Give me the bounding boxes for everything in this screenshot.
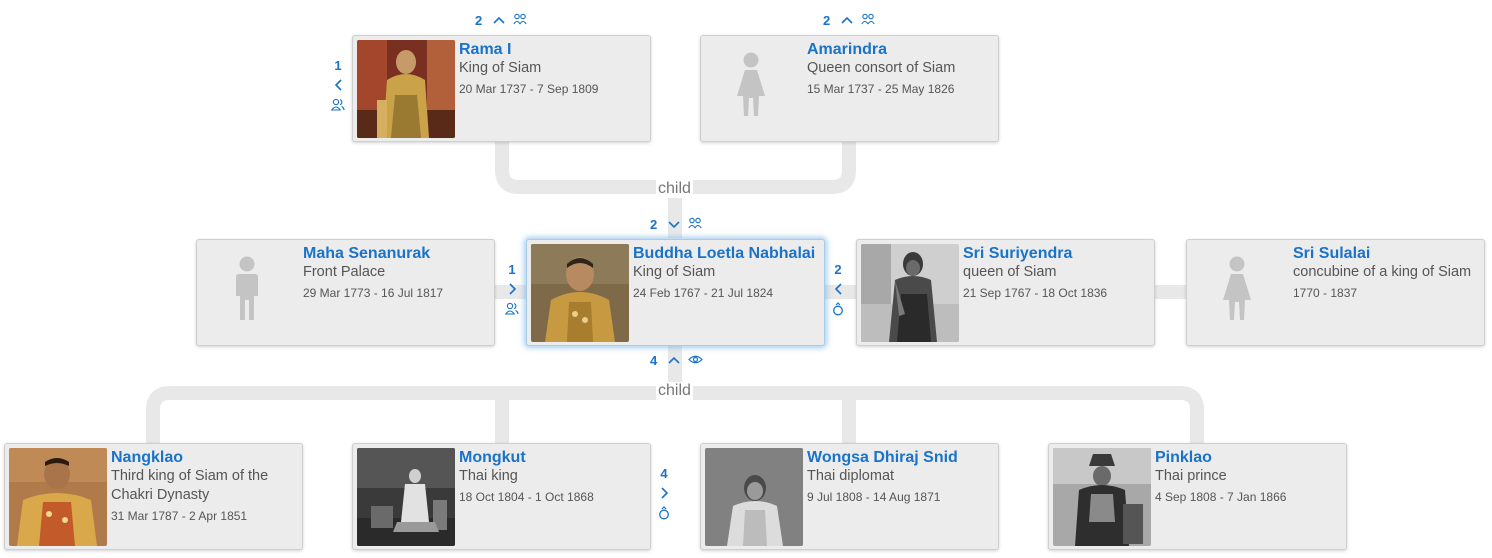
portrait-photo xyxy=(1053,448,1151,546)
person-description: Thai prince xyxy=(1155,468,1227,484)
person-dates: 4 Sep 1808 - 7 Jan 1866 xyxy=(1155,490,1287,504)
person-name[interactable]: Pinklao xyxy=(1155,448,1342,467)
person-dates: 31 Mar 1787 - 2 Apr 1851 xyxy=(111,509,248,523)
focus-spouse-left-control: 1 xyxy=(504,262,520,318)
chevron-right-icon[interactable] xyxy=(508,283,517,298)
children-connector xyxy=(146,386,1204,444)
person-info: Wongsa Dhiraj Snid Thai diplomat 9 Jul 1… xyxy=(807,448,994,505)
person-description: Third king of Siam of the Chakri Dynasty xyxy=(111,468,269,503)
person-description: concubine of a king of Siam xyxy=(1293,264,1472,280)
parents-icon[interactable] xyxy=(861,13,875,28)
person-dates: 1770 - 1837 xyxy=(1293,286,1358,300)
person-card-maha-senanurak[interactable]: Maha Senanurak Front Palace 29 Mar 1773 … xyxy=(196,239,495,346)
portrait-photo xyxy=(357,40,455,138)
relation-label-child: child xyxy=(656,382,693,400)
person-card-rama-i[interactable]: Rama I King of Siam 20 Mar 1737 - 7 Sep … xyxy=(352,35,651,142)
children-count[interactable]: 4 xyxy=(650,353,657,368)
relation-label-child: child xyxy=(656,180,693,198)
parents-count[interactable]: 2 xyxy=(823,13,830,28)
spouses-count[interactable]: 4 xyxy=(656,466,672,481)
person-name[interactable]: Sri Sulalai xyxy=(1293,244,1480,263)
person-name[interactable]: Sri Suriyendra xyxy=(963,244,1150,263)
focus-parents-control: 2 xyxy=(650,217,702,232)
person-description: queen of Siam xyxy=(963,264,1057,280)
person-card-amarindra[interactable]: Amarindra Queen consort of Siam 15 Mar 1… xyxy=(700,35,999,142)
person-info: Sri Suriyendra queen of Siam 21 Sep 1767… xyxy=(963,244,1150,301)
ring-icon[interactable] xyxy=(832,302,844,319)
mongkut-spouses-control: 4 xyxy=(656,466,672,523)
person-card-nangklao[interactable]: Nangklao Third king of Siam of the Chakr… xyxy=(4,443,303,550)
person-dates: 24 Feb 1767 - 21 Jul 1824 xyxy=(633,286,774,300)
portrait-photo xyxy=(705,448,803,546)
person-card-wongsa-dhiraj-snid[interactable]: Wongsa Dhiraj Snid Thai diplomat 9 Jul 1… xyxy=(700,443,999,550)
focus-children-control: 4 xyxy=(650,353,704,368)
person-card-pinklao[interactable]: Pinklao Thai prince 4 Sep 1808 - 7 Jan 1… xyxy=(1048,443,1347,550)
person-info: Rama I King of Siam 20 Mar 1737 - 7 Sep … xyxy=(459,40,646,97)
ring-icon[interactable] xyxy=(658,506,670,523)
person-description: Thai diplomat xyxy=(807,468,895,484)
rama-parents-control: 2 xyxy=(475,13,527,28)
amarindra-parents-control: 2 xyxy=(823,13,875,28)
person-dates: 9 Jul 1808 - 14 Aug 1871 xyxy=(807,490,941,504)
person-name[interactable]: Amarindra xyxy=(807,40,994,59)
chevron-up-icon[interactable] xyxy=(841,13,853,28)
person-name[interactable]: Nangklao xyxy=(111,448,298,467)
person-dates: 21 Sep 1767 - 18 Oct 1836 xyxy=(963,286,1108,300)
male-silhouette-icon xyxy=(227,256,267,325)
person-info: Buddha Loetla Nabhalai King of Siam 24 F… xyxy=(633,244,820,301)
person-description: Queen consort of Siam xyxy=(807,60,956,76)
focus-spouse-right-control: 2 xyxy=(830,262,846,319)
chevron-left-icon[interactable] xyxy=(334,79,343,94)
parents-icon[interactable] xyxy=(513,13,527,28)
person-info: Maha Senanurak Front Palace 29 Mar 1773 … xyxy=(303,244,490,301)
person-description: Thai king xyxy=(459,468,518,484)
spouses-count[interactable]: 1 xyxy=(330,58,346,73)
spouses-icon[interactable] xyxy=(504,302,519,318)
person-card-mongkut[interactable]: Mongkut Thai king 18 Oct 1804 - 1 Oct 18… xyxy=(352,443,651,550)
person-name[interactable]: Rama I xyxy=(459,40,646,59)
parents-count[interactable]: 2 xyxy=(650,217,657,232)
parents-count[interactable]: 2 xyxy=(475,13,482,28)
person-description: King of Siam xyxy=(633,264,716,280)
parents-icon[interactable] xyxy=(688,217,702,232)
chevron-down-icon[interactable] xyxy=(668,217,680,232)
person-dates: 29 Mar 1773 - 16 Jul 1817 xyxy=(303,286,444,300)
person-info: Nangklao Third king of Siam of the Chakr… xyxy=(111,448,298,524)
person-description: Front Palace xyxy=(303,264,386,280)
person-info: Amarindra Queen consort of Siam 15 Mar 1… xyxy=(807,40,994,97)
person-name[interactable]: Buddha Loetla Nabhalai xyxy=(633,244,820,263)
chevron-up-icon[interactable] xyxy=(668,353,680,368)
portrait-photo xyxy=(531,244,629,342)
female-silhouette-icon xyxy=(731,52,771,121)
spouses-count[interactable]: 1 xyxy=(504,262,520,277)
person-description: King of Siam xyxy=(459,60,542,76)
person-name[interactable]: Maha Senanurak xyxy=(303,244,490,263)
chevron-up-icon[interactable] xyxy=(493,13,505,28)
person-name[interactable]: Wongsa Dhiraj Snid xyxy=(807,448,994,467)
person-info: Mongkut Thai king 18 Oct 1804 - 1 Oct 18… xyxy=(459,448,646,505)
spouses-count[interactable]: 2 xyxy=(830,262,846,277)
person-card-sri-sulalai[interactable]: Sri Sulalai concubine of a king of Siam … xyxy=(1186,239,1485,346)
eye-icon[interactable] xyxy=(688,353,704,368)
chevron-right-icon[interactable] xyxy=(660,487,669,502)
spouses-icon[interactable] xyxy=(330,98,345,114)
person-card-buddha-loetla-nabhalai[interactable]: Buddha Loetla Nabhalai King of Siam 24 F… xyxy=(526,239,825,346)
person-name[interactable]: Mongkut xyxy=(459,448,646,467)
person-dates: 20 Mar 1737 - 7 Sep 1809 xyxy=(459,82,599,96)
person-info: Sri Sulalai concubine of a king of Siam … xyxy=(1293,244,1480,301)
portrait-photo xyxy=(357,448,455,546)
female-silhouette-icon xyxy=(1217,256,1257,325)
portrait-photo xyxy=(9,448,107,546)
chevron-left-icon[interactable] xyxy=(834,283,843,298)
rama-spouses-control: 1 xyxy=(330,58,346,114)
person-info: Pinklao Thai prince 4 Sep 1808 - 7 Jan 1… xyxy=(1155,448,1342,505)
person-card-sri-suriyendra[interactable]: Sri Suriyendra queen of Siam 21 Sep 1767… xyxy=(856,239,1155,346)
portrait-photo xyxy=(861,244,959,342)
person-dates: 15 Mar 1737 - 25 May 1826 xyxy=(807,82,955,96)
person-dates: 18 Oct 1804 - 1 Oct 1868 xyxy=(459,490,594,504)
